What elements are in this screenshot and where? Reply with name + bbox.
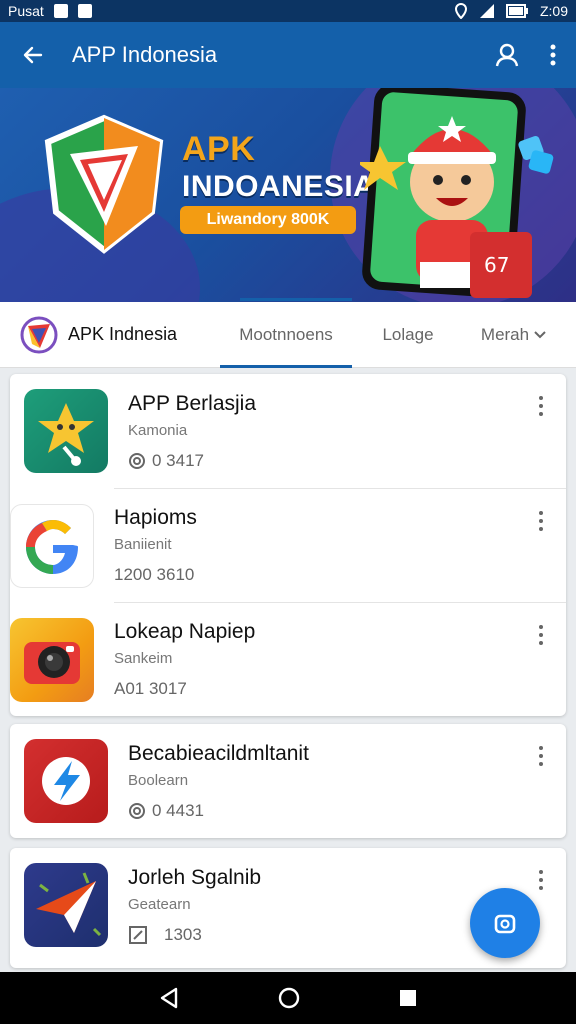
square-notification-icon bbox=[77, 4, 92, 18]
app-meta: A01 3017 bbox=[114, 679, 187, 698]
mascot-character-icon: 67 bbox=[360, 116, 554, 298]
brand-tab[interactable]: APK Indnesia bbox=[20, 316, 220, 354]
home-nav-icon[interactable] bbox=[277, 986, 301, 1010]
category-tabs: APK Indnesia Mootnnoens Lolage Merah bbox=[0, 297, 576, 368]
banner-headline-1: APK bbox=[182, 130, 256, 168]
app-category: Sankeim bbox=[114, 650, 173, 667]
banner-headline-2: INDOANESIA bbox=[182, 170, 376, 203]
more-options-button[interactable] bbox=[534, 511, 548, 531]
apk-logo-icon bbox=[20, 316, 58, 353]
app-name: Lokeap Napiep bbox=[114, 620, 256, 643]
notification-icon bbox=[53, 4, 68, 18]
download-count-icon bbox=[129, 452, 145, 469]
back-nav-icon[interactable] bbox=[158, 987, 180, 1009]
app-category: Baniienit bbox=[114, 536, 172, 553]
promo-banner[interactable]: APK INDOANESIA Liwandory 800K 67 bbox=[0, 88, 576, 302]
camera-fab-icon bbox=[494, 914, 516, 934]
search-icon bbox=[495, 43, 519, 67]
app-name: Jorleh Sgalnib bbox=[128, 865, 262, 889]
signal-icon bbox=[479, 4, 494, 18]
system-nav-bar bbox=[0, 972, 576, 1024]
brand-label: APK Indnesia bbox=[68, 324, 178, 344]
search-button[interactable] bbox=[484, 22, 530, 88]
more-options-button[interactable] bbox=[534, 625, 548, 645]
app-category: Kamonia bbox=[128, 421, 188, 439]
clock: Z:09 bbox=[539, 3, 568, 19]
carrier-label: Pusat bbox=[8, 3, 44, 19]
paper-plane-icon bbox=[24, 863, 108, 947]
chevron-down-icon bbox=[534, 330, 546, 338]
rating-box-icon bbox=[129, 925, 147, 944]
download-count-icon bbox=[129, 802, 145, 819]
tab-lolage[interactable]: Lolage bbox=[352, 302, 464, 368]
app-list-item[interactable]: Lokeap Napiep Sankeim A01 3017 bbox=[10, 602, 566, 716]
app-meta: 0 4431 bbox=[152, 800, 204, 820]
app-list-card: APP Berlasjia Kamonia 0 3417 Hapioms Ban… bbox=[10, 374, 566, 716]
more-options-button[interactable] bbox=[534, 870, 548, 890]
location-icon bbox=[454, 3, 467, 19]
overflow-menu-button[interactable] bbox=[530, 22, 576, 88]
app-category: Geatearn bbox=[128, 895, 191, 913]
app-meta: 1303 bbox=[164, 924, 202, 944]
arrow-left-icon bbox=[23, 46, 43, 64]
app-list-card: Becabieacildmltanit Boolearn 0 4431 bbox=[10, 724, 566, 838]
floating-action-button[interactable] bbox=[470, 888, 540, 958]
status-bar: Pusat Z:09 bbox=[0, 0, 576, 22]
app-bar: APP Indonesia bbox=[0, 22, 576, 88]
app-name: APP Berlasjia bbox=[128, 391, 257, 415]
star-character-icon bbox=[24, 389, 108, 473]
camera-icon bbox=[10, 617, 94, 702]
app-list-item[interactable]: Hapioms Baniienit 1200 3610 bbox=[10, 488, 566, 602]
tab-label: Mootnnoens bbox=[239, 324, 333, 344]
lightning-icon bbox=[24, 739, 108, 823]
more-vert-icon bbox=[550, 44, 556, 66]
app-category: Boolearn bbox=[128, 771, 189, 789]
battery-icon bbox=[505, 4, 528, 18]
tab-merah[interactable]: Merah bbox=[464, 302, 564, 368]
svg-text:67: 67 bbox=[484, 253, 509, 277]
more-options-button[interactable] bbox=[534, 746, 548, 766]
app-list-item[interactable]: APP Berlasjia Kamonia 0 3417 bbox=[10, 374, 566, 488]
tab-label: Lolage bbox=[382, 324, 434, 344]
page-title: APP Indonesia bbox=[72, 42, 218, 67]
apk-shield-logo-icon bbox=[44, 114, 164, 254]
app-name: Becabieacildmltanit bbox=[128, 741, 309, 765]
tab-mootnnoens[interactable]: Mootnnoens bbox=[220, 297, 352, 368]
app-meta: 1200 3610 bbox=[114, 565, 195, 584]
recents-nav-icon[interactable] bbox=[398, 988, 418, 1008]
banner-pill: Liwandory 800K bbox=[180, 206, 356, 234]
tab-label: Merah bbox=[480, 324, 530, 344]
app-list-item[interactable]: Becabieacildmltanit Boolearn 0 4431 bbox=[10, 724, 566, 838]
google-g-icon bbox=[10, 503, 94, 588]
more-options-button[interactable] bbox=[534, 396, 548, 416]
back-button[interactable] bbox=[0, 22, 66, 88]
app-meta: 0 3417 bbox=[152, 450, 204, 470]
app-name: Hapioms bbox=[114, 506, 197, 529]
